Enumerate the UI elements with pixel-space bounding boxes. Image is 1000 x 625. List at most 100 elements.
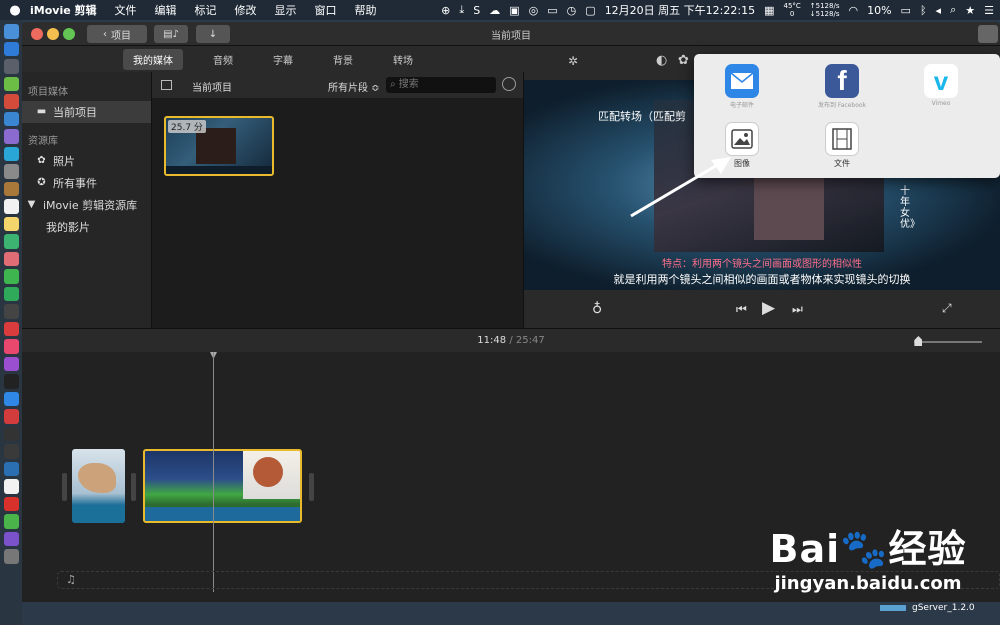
vpn-icon[interactable] (3, 461, 19, 476)
app-brown-icon[interactable] (3, 181, 19, 196)
share-facebook[interactable]: f 发布到 Facebook (812, 64, 872, 109)
messages-icon[interactable] (3, 269, 19, 284)
menu-mark[interactable]: 标记 (195, 2, 217, 18)
status-icon-1[interactable]: ⊕ (441, 4, 450, 17)
timeline-clip-selected[interactable] (143, 449, 302, 523)
activity-icon[interactable] (3, 444, 19, 459)
status-icon-box[interactable]: ▣ (509, 4, 519, 17)
app-red-icon[interactable] (3, 321, 19, 336)
magic-wand-icon[interactable]: ✲ (568, 54, 578, 68)
tab-backgrounds[interactable]: 背景 (323, 49, 363, 70)
tab-my-media[interactable]: 我的媒体 (123, 48, 183, 70)
menu-window[interactable]: 窗口 (315, 2, 337, 18)
finder-icon[interactable] (3, 24, 19, 39)
sidebar-item-my-movie[interactable]: 我的影片 (22, 216, 151, 238)
tab-audio[interactable]: 音频 (203, 49, 243, 70)
sidebar-item-current-project[interactable]: ▬ 当前项目 (22, 101, 151, 123)
safari-icon[interactable] (3, 41, 19, 56)
android-icon[interactable] (3, 76, 19, 91)
control-center-icon[interactable]: ☰ (984, 4, 994, 17)
appstore-icon[interactable] (3, 391, 19, 406)
color-balance-icon[interactable]: ◐ (656, 53, 667, 68)
star-icon[interactable]: ★ (965, 4, 975, 17)
zoom-slider[interactable] (914, 341, 982, 343)
netease-icon[interactable] (3, 496, 19, 511)
clock-text[interactable]: 12月20日 周五 下午12:22:15 (605, 2, 755, 18)
share-button[interactable] (978, 25, 998, 43)
vivaldi-icon[interactable] (3, 409, 19, 424)
skip-forward-icon[interactable]: ⏭ (792, 302, 803, 317)
yandex-icon[interactable] (3, 479, 19, 494)
network-readout[interactable]: ↑5128/s ↓5128/s (810, 2, 840, 18)
share-label: Vimeo (931, 100, 951, 107)
clip-edge-handle[interactable] (131, 473, 136, 501)
photos-icon[interactable] (3, 251, 19, 266)
grid-icon[interactable]: ▦ (764, 4, 774, 17)
skip-back-icon[interactable]: ⏮ (736, 302, 747, 317)
calendar-icon[interactable] (3, 199, 19, 214)
facetime-icon[interactable] (3, 286, 19, 301)
search-input[interactable]: ⌕ 搜索 (386, 77, 496, 93)
launchpad-icon[interactable] (3, 59, 19, 74)
clip-filter-select[interactable]: 所有片段 ≎ (328, 79, 380, 94)
screen-icon[interactable]: ▢ (585, 4, 595, 17)
sidebar-toggle-icon[interactable] (161, 80, 172, 90)
playhead-line[interactable] (213, 352, 214, 592)
monitor-icon[interactable]: ◷ (567, 4, 577, 17)
app-purple-icon[interactable] (3, 129, 19, 144)
temp-readout[interactable]: 45°C 0 (783, 2, 800, 18)
volume-icon[interactable]: ◂ (936, 4, 942, 17)
gear-icon[interactable] (502, 77, 516, 91)
play-icon[interactable]: ▶ (762, 298, 775, 318)
search-icon[interactable]: ⌕ (950, 3, 956, 17)
wifi-icon[interactable]: ◠ (848, 4, 858, 17)
display-icon[interactable]: ▭ (547, 4, 557, 17)
menu-view[interactable]: 显示 (275, 2, 297, 18)
status-icon-s[interactable]: S (473, 4, 480, 17)
battery-icon[interactable]: ▭ (901, 4, 911, 17)
app-blue-icon[interactable] (3, 111, 19, 126)
app-green-icon[interactable] (3, 234, 19, 249)
battery-text[interactable]: 10% (867, 4, 891, 17)
share-vimeo[interactable]: v Vimeo (911, 64, 971, 107)
microphone-icon[interactable]: ♁ (592, 301, 602, 317)
clip-edge-handle[interactable] (309, 473, 314, 501)
menu-modify[interactable]: 修改 (235, 2, 257, 18)
wechat-icon[interactable] (3, 514, 19, 529)
music-icon[interactable] (3, 339, 19, 354)
app-dark-icon[interactable] (3, 304, 19, 319)
fullscreen-icon[interactable]: ⤢ (942, 301, 952, 316)
sidebar-item-library[interactable]: ▼ iMovie 剪辑资源库 (22, 194, 151, 216)
disclosure-triangle-icon[interactable]: ▼ (26, 200, 37, 210)
globe-icon[interactable]: ◎ (529, 4, 539, 17)
share-file[interactable]: 文件 (812, 122, 872, 169)
bluetooth-icon[interactable]: ᛒ (920, 4, 927, 17)
menu-file[interactable]: 文件 (115, 2, 137, 18)
share-email[interactable]: 电子邮件 (712, 64, 772, 109)
podcasts-icon[interactable] (3, 356, 19, 371)
download-icon[interactable]: ⤓ (459, 3, 464, 17)
menu-edit[interactable]: 编辑 (155, 2, 177, 18)
app-cyan-icon[interactable] (3, 146, 19, 161)
facebook-icon: f (825, 64, 859, 98)
media-clip-thumbnail[interactable]: 25.7 分 (164, 116, 274, 176)
sidebar-item-photos[interactable]: ✿ 照片 (22, 150, 151, 172)
chrome-icon[interactable] (3, 94, 19, 109)
imovie-icon[interactable] (3, 531, 19, 546)
ghost-icon[interactable]: ☁ (489, 4, 500, 17)
menu-help[interactable]: 帮助 (355, 2, 377, 18)
timeline-clip-map[interactable] (72, 449, 125, 523)
trash-icon[interactable] (3, 549, 19, 564)
tv-icon[interactable] (3, 374, 19, 389)
app-gray-icon[interactable] (3, 164, 19, 179)
notes-icon[interactable] (3, 216, 19, 231)
clip-edge-handle[interactable] (62, 473, 67, 501)
palette-icon[interactable]: ✿ (678, 53, 689, 68)
apple-menu-icon[interactable]: ● (0, 3, 30, 18)
sidebar-item-all-events[interactable]: ✪ 所有事件 (22, 172, 151, 194)
film-icon: ▬ (36, 106, 47, 117)
tab-titles[interactable]: 字幕 (263, 49, 303, 70)
app-menu[interactable]: iMovie 剪辑 (30, 2, 97, 18)
terminal-icon[interactable] (3, 426, 19, 441)
tab-transitions[interactable]: 转场 (383, 49, 423, 70)
